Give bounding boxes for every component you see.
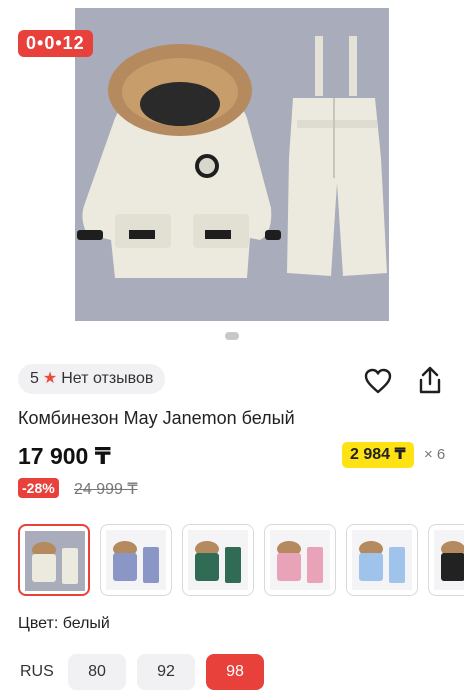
variant-thumbnail[interactable] (346, 524, 418, 596)
rating-badge[interactable]: 5 ★ Нет отзывов (18, 364, 166, 394)
variant-thumbnail[interactable] (100, 524, 172, 596)
product-image[interactable] (75, 8, 389, 321)
size-option[interactable]: 92 (137, 654, 195, 690)
promo-timer: 0•0•12 (18, 30, 93, 57)
size-option[interactable]: 80 (68, 654, 126, 690)
variant-image (188, 530, 248, 590)
star-icon: ★ (42, 370, 58, 387)
variant-image (352, 530, 412, 590)
size-option[interactable]: 98 (206, 654, 264, 690)
variant-image (25, 531, 85, 591)
product-title: Комбинезон May Janemon белый (18, 408, 295, 428)
product-price: 17 900 ₸ (18, 443, 111, 469)
favorite-button[interactable] (364, 368, 392, 394)
variant-thumbnail[interactable] (264, 524, 336, 596)
variant-image (106, 530, 166, 590)
share-icon (419, 366, 441, 394)
reviews-label: Нет отзывов (61, 370, 154, 387)
variant-thumbnail[interactable] (182, 524, 254, 596)
installment-multiplier: × 6 (424, 446, 446, 463)
rating-score: 5 (30, 370, 39, 387)
old-price: 24 999 ₸ (74, 481, 138, 498)
variant-image (434, 530, 464, 590)
variant-thumbnail[interactable] (18, 524, 90, 596)
share-button[interactable] (417, 366, 443, 394)
discount-badge: -28% (18, 478, 59, 498)
variant-image (270, 530, 330, 590)
variant-thumbnails (18, 524, 464, 596)
heart-icon (364, 368, 392, 394)
product-photo (75, 8, 389, 321)
color-label: Цвет: белый (18, 615, 110, 632)
installment-badge[interactable]: 2 984 ₸ (342, 442, 414, 468)
size-system-selector[interactable]: RUS (20, 663, 54, 681)
variant-thumbnail[interactable] (428, 524, 464, 596)
image-pager-dot[interactable] (225, 332, 239, 340)
